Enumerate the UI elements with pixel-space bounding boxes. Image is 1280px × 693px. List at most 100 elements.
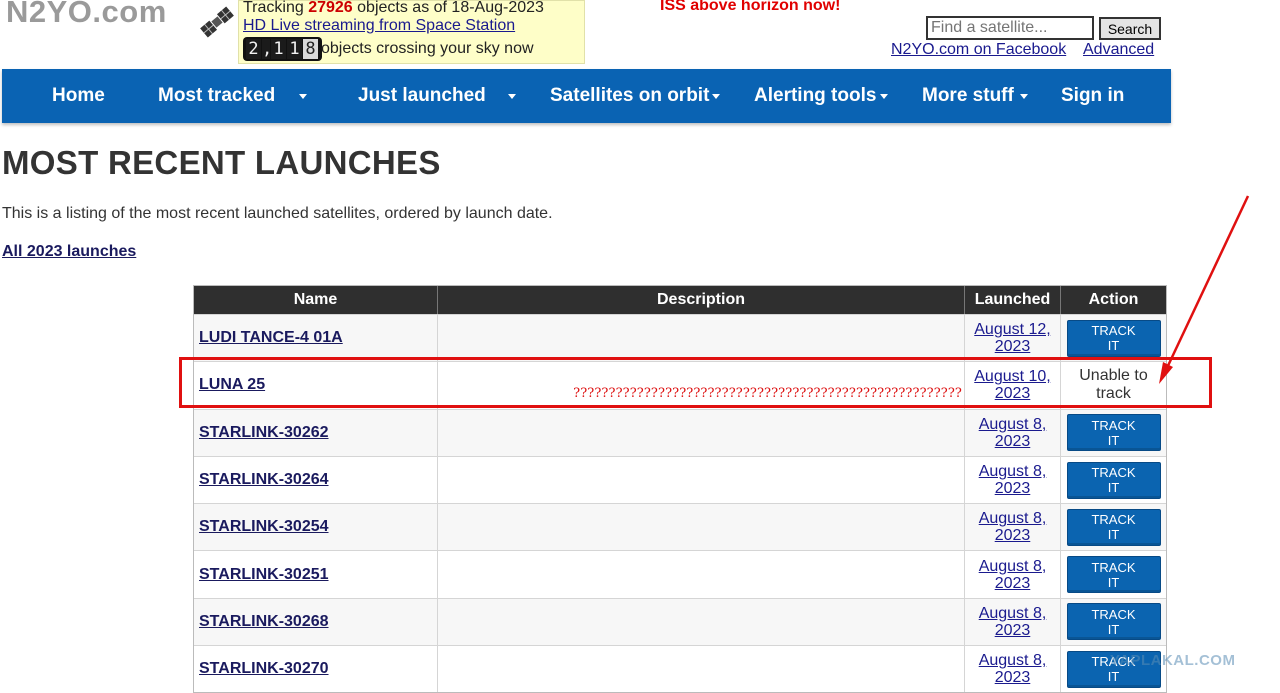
- table-row: LUDI TANCE-4 01A August 12, 2023 TRACK IT: [194, 314, 1166, 362]
- track-label: TRACK: [1091, 417, 1136, 433]
- unable-to-track-text: Unable to track: [1079, 367, 1148, 403]
- nav-label: Sign in: [1061, 85, 1125, 106]
- date-line: 2023: [994, 669, 1031, 687]
- date-line: August 12,: [974, 321, 1051, 339]
- chevron-down-icon: [508, 94, 516, 99]
- track-it-button[interactable]: TRACK IT: [1066, 603, 1161, 641]
- table-row: STARLINK-30268 August 8, 2023 TRACK IT: [194, 597, 1166, 646]
- header-launched: Launched: [965, 286, 1061, 314]
- tracking-suffix: objects as of 18-Aug-2023: [352, 0, 544, 16]
- date-line: August 8,: [978, 463, 1047, 481]
- nav-label: Just launched: [358, 85, 486, 106]
- page-title: MOST RECENT LAUNCHES: [2, 144, 441, 181]
- table-row: STARLINK-30264 August 8, 2023 TRACK IT: [194, 455, 1166, 504]
- satellite-name-link[interactable]: STARLINK-30251: [194, 566, 329, 584]
- table-row: LUNA 25 ????????????????????????????????…: [194, 361, 1166, 409]
- facebook-link[interactable]: N2YO.com on Facebook: [891, 41, 1066, 59]
- nav-most-tracked[interactable]: Most tracked: [158, 69, 307, 123]
- main-nav: Home Most tracked Just launched Satellit…: [2, 69, 1171, 123]
- intro-text: This is a listing of the most recent lau…: [2, 205, 553, 222]
- track-it-button[interactable]: TRACK IT: [1066, 461, 1161, 499]
- launches-table: Name Description Launched Action LUDI TA…: [193, 285, 1167, 693]
- track-label: IT: [1107, 527, 1120, 543]
- launch-date-link[interactable]: August 10, 2023: [965, 362, 1061, 409]
- logo-text: N2YO.com: [6, 0, 167, 29]
- launch-date-link[interactable]: August 8, 2023: [965, 598, 1061, 646]
- date-line: 2023: [994, 432, 1031, 450]
- launch-date-link[interactable]: August 8, 2023: [965, 551, 1061, 598]
- table-row: STARLINK-30270 August 8, 2023 TRACK IT: [194, 645, 1166, 693]
- track-label: TRACK: [1091, 606, 1136, 622]
- nav-sign-in[interactable]: Sign in: [1061, 69, 1124, 123]
- description-cell: [438, 504, 965, 551]
- date-line: August 8,: [978, 415, 1047, 433]
- track-label: TRACK: [1091, 323, 1136, 339]
- chevron-down-icon: [1020, 94, 1028, 99]
- chevron-down-icon: [880, 94, 888, 99]
- header-action: Action: [1088, 291, 1139, 308]
- description-cell: ????????????????????????????????????????…: [438, 362, 965, 409]
- tracking-prefix: Tracking: [243, 0, 309, 16]
- nav-label: Home: [52, 85, 105, 106]
- track-label: TRACK: [1091, 512, 1136, 528]
- nav-home[interactable]: Home: [52, 69, 105, 123]
- iss-alert[interactable]: ISS above horizon now!: [660, 0, 840, 15]
- date-line: 2023: [994, 385, 1031, 403]
- nav-more-stuff[interactable]: More stuff: [922, 69, 1028, 123]
- garbled-description: ????????????????????????????????????????…: [573, 386, 962, 402]
- counter-digit: 1: [287, 39, 302, 59]
- launch-date-link[interactable]: August 12, 2023: [965, 315, 1061, 362]
- nav-just-launched[interactable]: Just launched: [358, 69, 516, 123]
- launch-date-link[interactable]: August 8, 2023: [965, 409, 1061, 456]
- advanced-search-link[interactable]: Advanced: [1083, 41, 1154, 59]
- counter-digit: 1: [271, 39, 286, 59]
- table-row: STARLINK-30262 August 8, 2023 TRACK IT: [194, 408, 1166, 456]
- nav-label: More stuff: [922, 85, 1014, 106]
- track-label: IT: [1107, 621, 1120, 637]
- launch-date-link[interactable]: August 8, 2023: [965, 646, 1061, 693]
- satellite-name-link[interactable]: STARLINK-30270: [194, 660, 329, 678]
- search-button[interactable]: Search: [1099, 17, 1161, 40]
- nav-satellites-on-orbit[interactable]: Satellites on orbit: [550, 69, 720, 123]
- counter-label: objects crossing your sky now: [321, 40, 534, 57]
- track-it-button[interactable]: TRACK IT: [1066, 508, 1161, 546]
- satellite-name-link[interactable]: STARLINK-30268: [194, 613, 329, 631]
- counter-digit: 8: [303, 39, 318, 59]
- chevron-down-icon: [712, 94, 720, 99]
- date-line: 2023: [994, 574, 1031, 592]
- date-line: 2023: [994, 621, 1031, 639]
- header-name: Name: [194, 286, 438, 314]
- site-logo[interactable]: N2YO.com: [4, 0, 236, 46]
- counter-digit: 2: [246, 39, 261, 59]
- nav-label: Alerting tools: [754, 85, 877, 106]
- satellite-name-link[interactable]: LUNA 25: [194, 376, 265, 394]
- nav-alerting-tools[interactable]: Alerting tools: [754, 69, 888, 123]
- nav-label: Most tracked: [158, 85, 276, 106]
- satellite-name-link[interactable]: STARLINK-30264: [194, 471, 329, 489]
- satellite-name-link[interactable]: STARLINK-30254: [194, 518, 329, 536]
- launch-date-link[interactable]: August 8, 2023: [965, 504, 1061, 551]
- all-2023-launches-link[interactable]: All 2023 launches: [2, 243, 136, 261]
- track-label: IT: [1107, 574, 1120, 590]
- table-row: STARLINK-30251 August 8, 2023 TRACK IT: [194, 550, 1166, 598]
- description-cell: [438, 598, 965, 646]
- header-description: Description: [438, 286, 965, 314]
- description-cell: [438, 409, 965, 456]
- satellite-name-link[interactable]: STARLINK-30262: [194, 424, 329, 442]
- track-it-button[interactable]: TRACK IT: [1066, 319, 1161, 357]
- date-line: 2023: [994, 338, 1031, 356]
- track-it-button[interactable]: TRACK IT: [1066, 556, 1161, 594]
- nav-label: Satellites on orbit: [550, 85, 710, 106]
- satellite-name-link[interactable]: LUDI TANCE-4 01A: [194, 329, 343, 347]
- track-it-button[interactable]: TRACK IT: [1066, 414, 1161, 452]
- date-line: August 10,: [974, 368, 1051, 386]
- satellite-search-input[interactable]: [926, 16, 1094, 40]
- sky-counter: 2 , 1 1 8: [243, 37, 322, 61]
- launch-date-link[interactable]: August 8, 2023: [965, 456, 1061, 504]
- track-label: IT: [1107, 338, 1120, 354]
- track-label: IT: [1107, 480, 1120, 496]
- live-streaming-link[interactable]: HD Live streaming from Space Station: [243, 17, 515, 35]
- date-line: August 8,: [978, 557, 1047, 575]
- description-cell: [438, 551, 965, 598]
- tracking-status: Tracking 27926 objects as of 18-Aug-2023: [243, 0, 544, 17]
